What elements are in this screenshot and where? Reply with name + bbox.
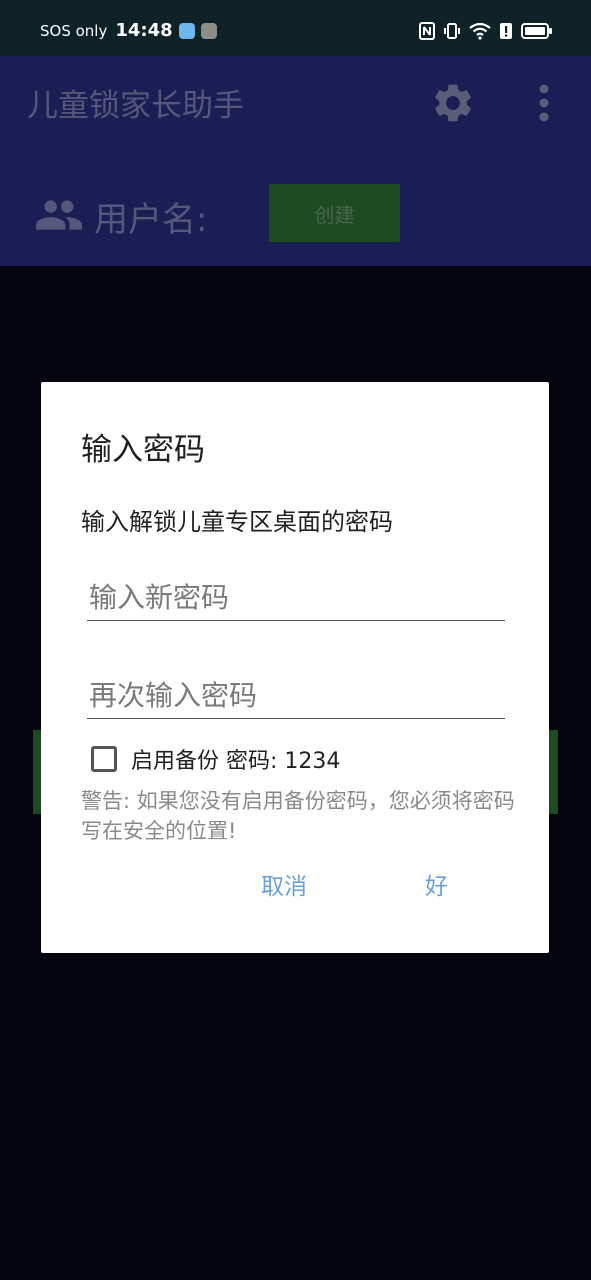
cancel-button[interactable]: 取消 [261,867,307,901]
nfc-icon [419,22,435,40]
confirm-password-input[interactable] [87,672,505,719]
clock: 14:48 [115,20,173,41]
backup-password-label[interactable]: 启用备份 密码: 1234 [131,743,340,775]
ok-button[interactable]: 好 [425,867,448,901]
battery-icon [521,22,553,40]
wifi-icon [469,22,491,40]
status-right [419,22,553,40]
create-button[interactable]: 创建 [269,184,400,242]
backup-password-checkbox[interactable] [91,746,117,772]
notification-app-icon [178,22,195,39]
dialog-message: 输入解锁儿童专区桌面的密码 [81,508,393,536]
people-icon [34,194,84,240]
status-left: SOS only 14:48 [40,20,217,41]
vibrate-icon [443,22,461,40]
backup-password-row[interactable]: 启用备份 密码: 1234 [91,743,340,775]
gear-icon[interactable] [430,80,476,130]
username-row: 用户名: [34,192,207,241]
notification-user-icon [200,22,217,39]
dialog-title: 输入密码 [81,432,205,468]
more-vert-icon[interactable] [536,84,552,126]
new-password-input[interactable] [87,574,505,621]
app-title: 儿童锁家长助手 [27,88,244,124]
carrier-text: SOS only [40,21,108,40]
alert-icon [499,22,513,40]
password-dialog: 输入密码 输入解锁儿童专区桌面的密码 启用备份 密码: 1234 警告: 如果您… [41,382,549,953]
warning-text: 警告: 如果您没有启用备份密码，您必须将密码写在安全的位置! [81,789,515,843]
username-label: 用户名: [94,200,208,240]
